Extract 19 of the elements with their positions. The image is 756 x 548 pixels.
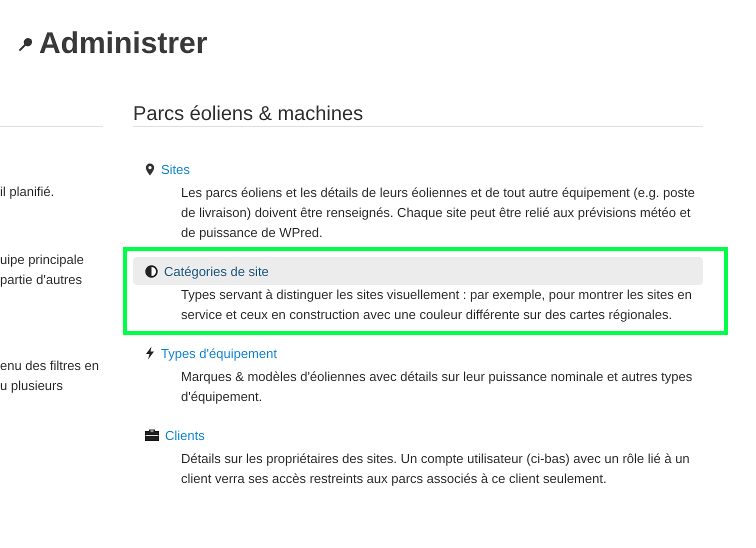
description-text: enu des filtres en	[0, 357, 100, 375]
item-link[interactable]: Catégories de site	[164, 264, 269, 278]
description-text: il planifié.	[0, 183, 56, 201]
description-text: partie d'autres	[0, 271, 83, 289]
briefcase-icon	[145, 429, 159, 441]
description-text: uipe principale	[0, 251, 85, 269]
map-pin-icon	[145, 162, 155, 176]
half-circle-icon	[145, 264, 158, 278]
page-title: Administrer	[39, 27, 208, 61]
section-title: Parcs éoliens & machines	[133, 102, 364, 126]
item-description: Types servant à distinguer les sites visuellement : par exemple, pour montrer les sites en service et ceux en construction avec une couleur différente sur des cartes régionales.	[180, 286, 693, 324]
item-link[interactable]: Types d'équipement	[161, 346, 277, 360]
item-description: Les parcs éoliens et les détails de leurs éoliennes et de tout autre équipement (e.g. poste de livraison) doivent être renseignés. Chaque site peut être relié aux prévisions météo et de puissance de WPred.	[180, 184, 696, 242]
item-link[interactable]: Sites	[161, 162, 190, 176]
description-text: u plusieurs	[0, 377, 64, 395]
item-description: Détails sur les propriétaires des sites. Un compte utilisateur (ci-bas) avec un rôle lié à un client verra ses accès restreints aux parcs associés à ce client seulement.	[180, 450, 691, 488]
item-link[interactable]: Clients	[165, 428, 205, 442]
item-description: Marques & modèles d'éoliennes avec détails sur leur puissance nominale et autres types d'équipement.	[180, 368, 694, 406]
lightning-icon	[145, 346, 155, 360]
